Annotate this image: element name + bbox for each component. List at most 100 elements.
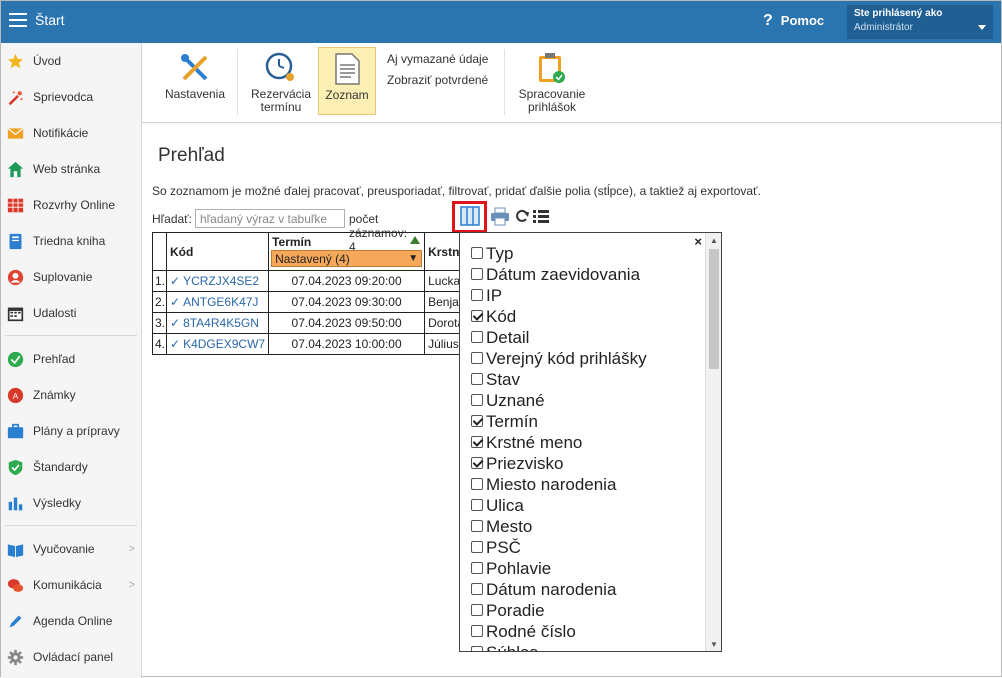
column-option[interactable]: Miesto narodenia bbox=[471, 474, 616, 495]
column-checkbox[interactable] bbox=[471, 582, 483, 595]
hamburger-menu-icon[interactable] bbox=[9, 13, 27, 27]
column-checkbox[interactable] bbox=[471, 540, 483, 553]
sidebar-item-sprievodca[interactable]: Sprievodca bbox=[1, 81, 141, 113]
row-kod[interactable]: ✓ ANTGE6K47J bbox=[165, 291, 270, 313]
column-option[interactable]: Uznané bbox=[471, 390, 545, 411]
column-checkbox[interactable] bbox=[471, 456, 483, 469]
column-option[interactable]: Dátum zaevidovania bbox=[471, 264, 640, 285]
sidebar-item-vyucovanie[interactable]: Vyučovanie > bbox=[1, 533, 141, 565]
column-checkbox[interactable] bbox=[471, 435, 483, 448]
sidebar-item-standardy[interactable]: Štandardy bbox=[1, 451, 141, 483]
column-option[interactable]: Termín bbox=[471, 411, 538, 432]
column-checkbox[interactable] bbox=[471, 603, 483, 616]
row-kod[interactable]: ✓ K4DGEX9CW7 bbox=[165, 333, 270, 355]
show-confirmed-toggle[interactable]: Zobraziť potvrdené bbox=[387, 73, 488, 87]
search-input[interactable] bbox=[195, 209, 345, 228]
column-option[interactable]: Ulica bbox=[471, 495, 524, 516]
column-option[interactable]: Stav bbox=[471, 369, 520, 390]
sort-ascending-icon[interactable] bbox=[410, 236, 421, 244]
list-view-icon[interactable] bbox=[533, 210, 549, 223]
column-checkbox[interactable] bbox=[471, 498, 483, 511]
termin-filter-select[interactable]: Nastavený (4) ▼ bbox=[271, 250, 423, 267]
reservation-button[interactable]: Rezervácia termínu bbox=[246, 52, 316, 114]
column-checkbox[interactable] bbox=[471, 414, 483, 427]
column-checkbox[interactable] bbox=[471, 330, 483, 343]
column-checkbox[interactable] bbox=[471, 645, 483, 651]
kod-link[interactable]: K4DGEX9CW7 bbox=[183, 337, 265, 351]
column-checkbox[interactable] bbox=[471, 477, 483, 490]
sidebar-item-prehlad[interactable]: Prehľad bbox=[1, 343, 141, 375]
row-kod[interactable]: ✓ YCRZJX4SE2 bbox=[165, 270, 270, 292]
sidebar-item-web-stranka[interactable]: Web stránka bbox=[1, 153, 141, 185]
ribbon-toolbar: Nastavenia Rezervácia termínu Zoznam Aj … bbox=[142, 43, 1001, 123]
close-icon[interactable]: × bbox=[694, 234, 702, 249]
header-kod[interactable]: Kód bbox=[165, 232, 270, 271]
popup-scrollbar[interactable]: ▲ ▼ bbox=[705, 233, 721, 651]
list-button[interactable]: Zoznam bbox=[318, 47, 376, 115]
show-deleted-toggle[interactable]: Aj vymazané údaje bbox=[387, 52, 488, 66]
scroll-down-icon[interactable]: ▼ bbox=[710, 640, 718, 649]
sidebar-item-plany-a-pripravy[interactable]: Plány a prípravy bbox=[1, 415, 141, 447]
sidebar-item-uvod[interactable]: Úvod bbox=[1, 45, 141, 77]
kod-link[interactable]: YCRZJX4SE2 bbox=[183, 274, 259, 288]
settings-tools-icon bbox=[181, 54, 208, 81]
app-title[interactable]: Štart bbox=[35, 12, 65, 28]
column-option-label: Rodné číslo bbox=[486, 622, 576, 641]
column-option[interactable]: Dátum narodenia bbox=[471, 579, 616, 600]
scrollbar-thumb[interactable] bbox=[709, 249, 719, 369]
column-checkbox[interactable] bbox=[471, 393, 483, 406]
sidebar-item-komunikacia[interactable]: Komunikácia > bbox=[1, 569, 141, 601]
print-icon[interactable] bbox=[490, 207, 510, 226]
briefcase-icon bbox=[7, 423, 24, 439]
column-checkbox[interactable] bbox=[471, 561, 483, 574]
sidebar-item-vysledky[interactable]: Výsledky bbox=[1, 487, 141, 519]
header-termin-label[interactable]: Termín bbox=[272, 235, 311, 249]
sidebar-item-notifikacie[interactable]: Notifikácie bbox=[1, 117, 141, 149]
sidebar-item-ovladaci-panel[interactable]: Ovládací panel bbox=[1, 641, 141, 673]
row-kod[interactable]: ✓ 8TA4R4K5GN bbox=[165, 312, 270, 334]
sidebar-item-agenda-online[interactable]: Agenda Online bbox=[1, 605, 141, 637]
column-option[interactable]: Pohlavie bbox=[471, 558, 551, 579]
column-option[interactable]: Detail bbox=[471, 327, 529, 348]
sidebar-item-triedna-kniha[interactable]: Triedna kniha bbox=[1, 225, 141, 257]
help-button[interactable]: ? Pomoc bbox=[763, 12, 824, 30]
column-checkbox[interactable] bbox=[471, 267, 483, 280]
column-checkbox[interactable] bbox=[471, 246, 483, 259]
sidebar-item-znamky[interactable]: A Známky bbox=[1, 379, 141, 411]
column-option[interactable]: Rodné číslo bbox=[471, 621, 576, 642]
sidebar-item-label: Štandardy bbox=[33, 460, 88, 474]
column-checkbox[interactable] bbox=[471, 288, 483, 301]
column-option[interactable]: Súhlas bbox=[471, 642, 538, 651]
pen-icon bbox=[9, 615, 22, 628]
column-option[interactable]: PSČ bbox=[471, 537, 521, 558]
column-checkbox[interactable] bbox=[471, 372, 483, 385]
column-option[interactable]: Typ bbox=[471, 243, 513, 264]
column-checkbox[interactable] bbox=[471, 624, 483, 637]
column-checkbox[interactable] bbox=[471, 351, 483, 364]
column-option[interactable]: Krstné meno bbox=[471, 432, 582, 453]
sidebar-item-udalosti[interactable]: Udalosti bbox=[1, 297, 141, 329]
column-option[interactable]: Priezvisko bbox=[471, 453, 563, 474]
sidebar-item-rozvrhy-online[interactable]: Rozvrhy Online bbox=[1, 189, 141, 221]
settings-button[interactable]: Nastavenia bbox=[162, 52, 228, 101]
row-index: 3. bbox=[152, 312, 167, 334]
column-option[interactable]: Poradie bbox=[471, 600, 545, 621]
column-checkbox[interactable] bbox=[471, 309, 483, 322]
column-option-label: Verejný kód prihlášky bbox=[486, 349, 647, 368]
column-option[interactable]: Mesto bbox=[471, 516, 532, 537]
page-title: Prehľad bbox=[158, 145, 225, 166]
column-option[interactable]: Kód bbox=[471, 306, 516, 327]
column-option[interactable]: IP bbox=[471, 285, 502, 306]
refresh-icon[interactable] bbox=[515, 209, 529, 223]
kod-link[interactable]: ANTGE6K47J bbox=[183, 295, 258, 309]
sidebar-item-suplovanie[interactable]: Suplovanie bbox=[1, 261, 141, 293]
sidebar-item-label: Sprievodca bbox=[33, 90, 94, 104]
termin-filter-value: Nastavený (4) bbox=[275, 252, 350, 266]
column-option-label: Detail bbox=[486, 328, 530, 347]
scroll-up-icon[interactable]: ▲ bbox=[710, 236, 718, 245]
kod-link[interactable]: 8TA4R4K5GN bbox=[183, 316, 259, 330]
column-option[interactable]: Verejný kód prihlášky bbox=[471, 348, 647, 369]
user-menu[interactable]: Ste prihlásený ako Administrátor bbox=[847, 5, 993, 39]
process-applications-button[interactable]: Spracovanie prihlášok bbox=[512, 52, 592, 114]
column-checkbox[interactable] bbox=[471, 519, 483, 532]
